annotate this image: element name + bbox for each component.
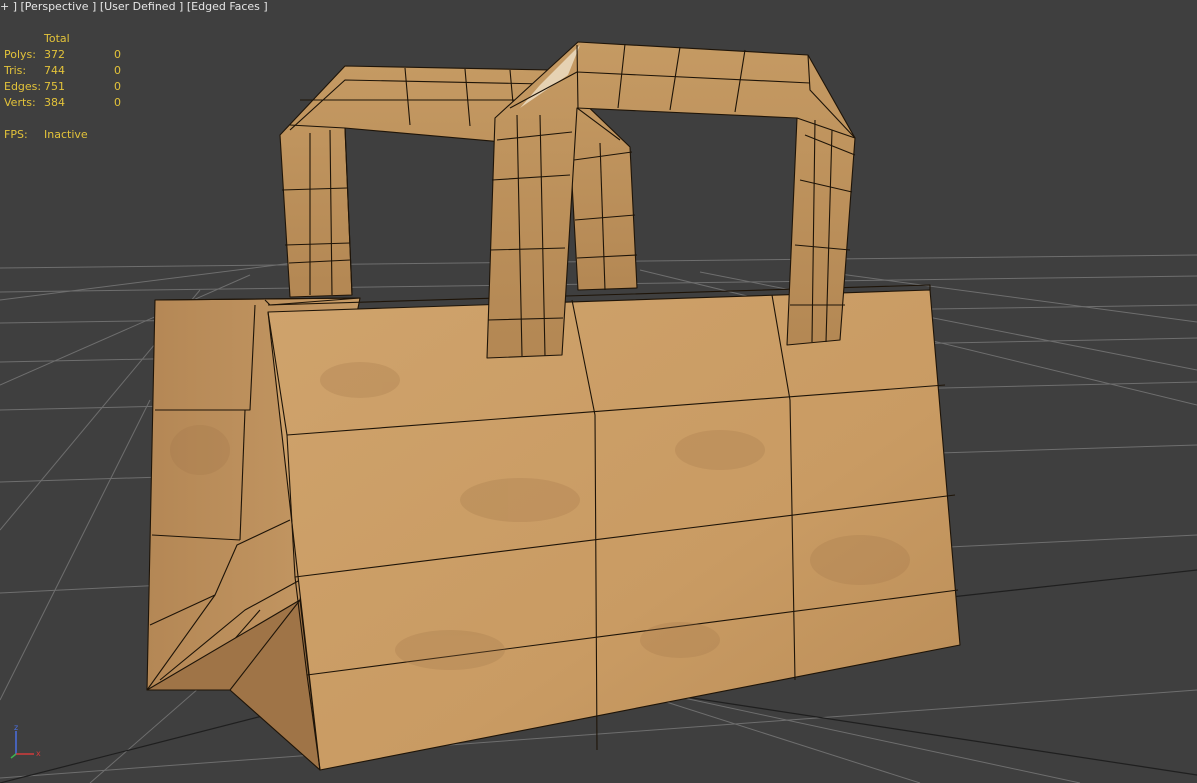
- stats-total: 372: [44, 48, 65, 61]
- stats-selected: 0: [114, 96, 121, 109]
- viewport-shading-menu[interactable]: [User Defined ]: [100, 0, 184, 13]
- stats-label: Tris:: [4, 64, 27, 77]
- viewport-scene[interactable]: [0, 0, 1197, 783]
- fps-label: FPS:: [4, 128, 28, 141]
- stats-total: 751: [44, 80, 65, 93]
- bag-front: [267, 284, 961, 771]
- fps-value: Inactive: [44, 128, 88, 141]
- stats-selected: 0: [114, 48, 121, 61]
- viewport-display-menu[interactable]: [Edged Faces ]: [187, 0, 268, 13]
- stats-label: Polys:: [4, 48, 36, 61]
- stats-label: Verts:: [4, 96, 36, 109]
- viewport-view-menu[interactable]: [Perspective ]: [21, 0, 97, 13]
- viewport-label-bracket: ]: [12, 0, 18, 13]
- perspective-viewport[interactable]: + ] [Perspective ] [User Defined ] [Edge…: [0, 0, 1197, 783]
- axis-x-label: x: [36, 749, 41, 758]
- stats-label: Edges:: [4, 80, 42, 93]
- stats-header-total: Total: [44, 32, 70, 45]
- viewport-plus-menu[interactable]: +: [0, 0, 9, 13]
- axis-z-label: z: [14, 723, 18, 732]
- axis-gizmo-icon: z x: [10, 723, 41, 759]
- stats-total: 744: [44, 64, 65, 77]
- stats-selected: 0: [114, 64, 121, 77]
- stats-selected: 0: [114, 80, 121, 93]
- stats-total: 384: [44, 96, 65, 109]
- viewport-label-menu: + ] [Perspective ] [User Defined ] [Edge…: [0, 0, 268, 14]
